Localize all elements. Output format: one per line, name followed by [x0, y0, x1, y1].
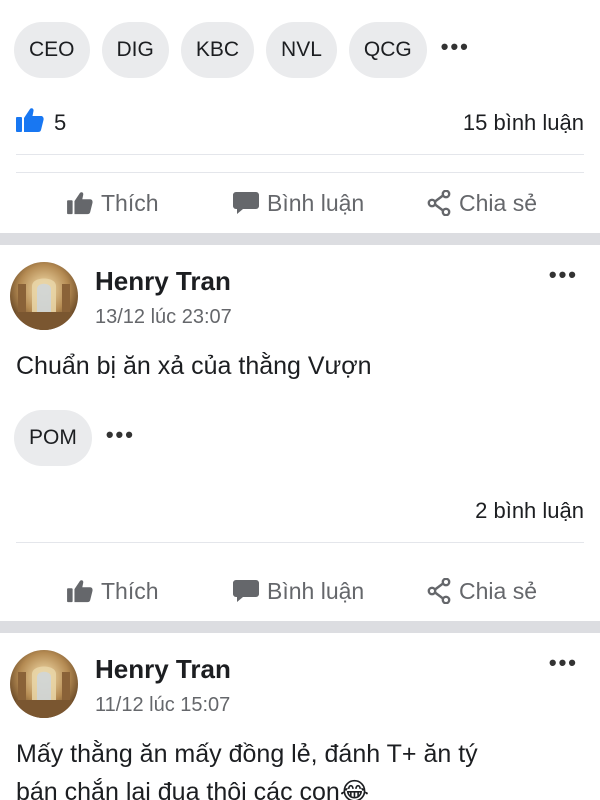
post-header: Henry Tran 11/12 lúc 15:07 •••: [0, 650, 600, 730]
comment-count[interactable]: 2 bình luận: [475, 498, 584, 524]
share-icon: [427, 578, 451, 604]
share-label: Chia sẻ: [459, 577, 537, 604]
more-tags-button[interactable]: •••: [106, 424, 135, 446]
tag-nvl[interactable]: NVL: [266, 22, 337, 78]
post-timestamp[interactable]: 13/12 lúc 23:07: [95, 306, 232, 329]
comment-button[interactable]: Bình luận: [233, 578, 364, 605]
post-actions: Thích Bình luận Chia sẻ: [0, 561, 600, 621]
tag-dig[interactable]: DIG: [101, 22, 169, 78]
post-menu-button[interactable]: •••: [549, 264, 578, 286]
tag-qcg[interactable]: QCG: [348, 22, 427, 78]
post-timestamp[interactable]: 11/12 lúc 15:07: [95, 694, 230, 717]
speech-bubble-icon: [233, 579, 259, 603]
author-name[interactable]: Henry Tran: [95, 654, 231, 685]
like-button[interactable]: Thích: [67, 190, 159, 217]
post-separator: [0, 233, 600, 245]
tag-kbc[interactable]: KBC: [180, 22, 255, 78]
author-name[interactable]: Henry Tran: [95, 266, 231, 297]
post-header: Henry Tran 13/12 lúc 23:07 •••: [0, 262, 600, 342]
thumbs-up-icon: [16, 107, 44, 139]
post-tags: POM •••: [14, 410, 135, 466]
speech-bubble-icon: [233, 191, 259, 215]
like-button[interactable]: Thích: [67, 578, 159, 605]
share-button[interactable]: Chia sẻ: [427, 190, 537, 217]
tag-ceo[interactable]: CEO: [14, 22, 90, 78]
like-label: Thích: [101, 189, 159, 216]
post-menu-button[interactable]: •••: [549, 652, 578, 674]
post-text-line: bán chắn lại đua thôi các con😂: [16, 773, 586, 800]
tag-pom[interactable]: POM: [14, 410, 92, 466]
like-label: Thích: [101, 577, 159, 604]
divider: [16, 542, 584, 543]
divider: [16, 154, 584, 155]
tag-label: NVL: [281, 38, 322, 61]
more-tags-button[interactable]: •••: [441, 36, 470, 58]
post-separator: [0, 621, 600, 633]
comment-count[interactable]: 15 bình luận: [463, 110, 584, 136]
like-summary[interactable]: 5: [16, 107, 66, 139]
share-button[interactable]: Chia sẻ: [427, 578, 537, 605]
post-text-line: Mấy thằng ăn mấy đồng lẻ, đánh T+ ăn tý: [16, 740, 478, 768]
tag-label: KBC: [195, 38, 240, 61]
thumbs-up-icon: [67, 579, 93, 603]
post-text-line-content: bán chắn lại đua thôi các con: [16, 778, 340, 800]
thumbs-up-icon: [67, 191, 93, 215]
post-text: Mấy thằng ăn mấy đồng lẻ, đánh T+ ăn tý …: [16, 735, 586, 800]
tag-label: DIG: [116, 38, 154, 61]
like-count: 5: [54, 110, 67, 135]
laughing-emoji: 😂: [339, 778, 370, 800]
top-post-actions: Thích Bình luận Chia sẻ: [0, 173, 600, 233]
top-post-stats: 5 15 bình luận: [0, 103, 600, 143]
avatar[interactable]: [10, 262, 78, 330]
comment-button[interactable]: Bình luận: [233, 190, 364, 217]
share-label: Chia sẻ: [459, 189, 537, 216]
post-text: Chuẩn bị ăn xả của thằng Vượn: [16, 352, 372, 380]
top-post-tags: CEO DIG KBC NVL QCG •••: [14, 22, 470, 78]
tag-label: CEO: [29, 38, 75, 61]
share-icon: [427, 190, 451, 216]
tag-label: POM: [29, 426, 77, 449]
comment-label: Bình luận: [267, 577, 365, 604]
avatar[interactable]: [10, 650, 78, 718]
comment-label: Bình luận: [267, 189, 365, 216]
tag-label: QCG: [363, 38, 412, 61]
